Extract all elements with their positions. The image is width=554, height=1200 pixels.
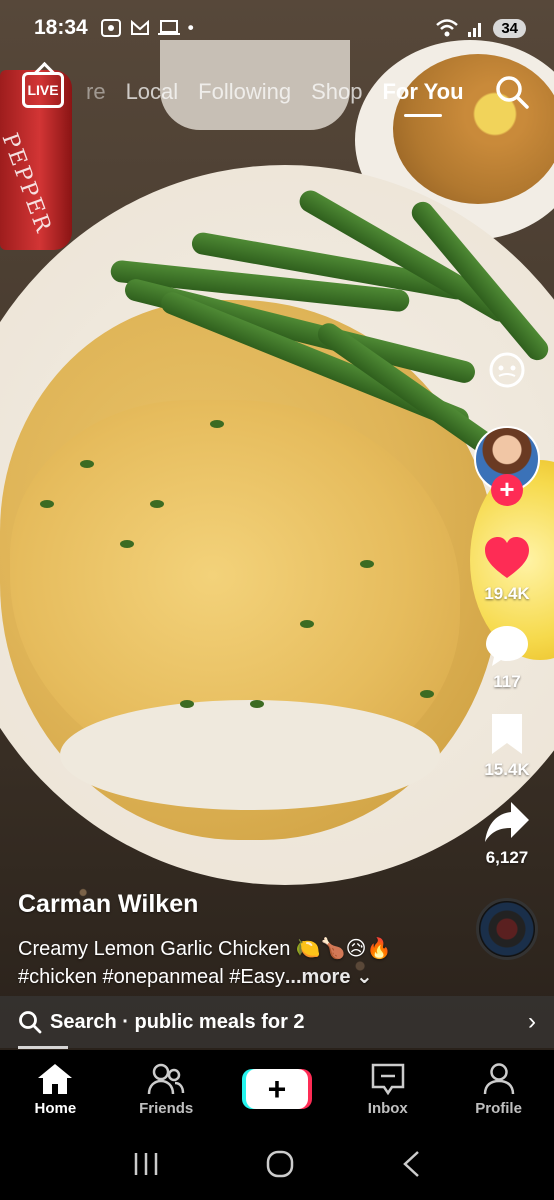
nav-home-label: Home bbox=[34, 1099, 77, 1117]
bottom-nav: Home Friends + Inbox Profile bbox=[0, 1050, 554, 1128]
wifi-icon bbox=[436, 19, 459, 37]
system-nav-bar bbox=[0, 1128, 554, 1200]
plus-icon: + bbox=[267, 1070, 287, 1107]
create-button[interactable]: + bbox=[245, 1069, 308, 1109]
follow-button[interactable]: + bbox=[491, 474, 523, 506]
description-title: Creamy Lemon Garlic Chicken 🍋🍗😥🔥 bbox=[18, 938, 392, 960]
nav-create[interactable]: + bbox=[222, 1069, 333, 1109]
feed-tabs: re Local Following Shop For You bbox=[86, 66, 464, 118]
clock: 18:34 bbox=[34, 16, 88, 39]
like-button[interactable]: 19.4K bbox=[483, 536, 531, 604]
mashed-potato-image bbox=[60, 700, 440, 810]
herb-garnish bbox=[420, 690, 434, 698]
pepper-text: PEPPER bbox=[0, 130, 56, 238]
like-count: 19.4K bbox=[484, 584, 530, 603]
top-nav: LIVE re Local Following Shop For You bbox=[0, 66, 554, 118]
comment-icon[interactable] bbox=[484, 624, 530, 668]
herb-garnish bbox=[360, 560, 374, 568]
gmail-icon bbox=[130, 20, 149, 35]
herb-garnish bbox=[120, 540, 134, 548]
home-icon bbox=[38, 1063, 73, 1094]
screenshot-icon bbox=[100, 19, 121, 37]
nav-inbox-label: Inbox bbox=[367, 1099, 408, 1117]
search-icon[interactable] bbox=[494, 74, 530, 110]
description[interactable]: Creamy Lemon Garlic Chicken 🍋🍗😥🔥 #chicke… bbox=[18, 935, 458, 991]
share-button[interactable]: 6,127 bbox=[483, 800, 531, 868]
herb-garnish bbox=[80, 460, 94, 468]
action-column: + 19.4K 117 15.4K 6,127 bbox=[470, 350, 544, 960]
friends-icon bbox=[147, 1063, 185, 1094]
laptop-icon bbox=[157, 20, 180, 35]
save-count: 15.4K bbox=[484, 760, 530, 779]
hashtags[interactable]: #chicken #onepanmeal #Easy bbox=[18, 966, 285, 988]
nav-friends[interactable]: Friends bbox=[111, 1062, 222, 1117]
share-icon[interactable] bbox=[483, 800, 531, 844]
chevron-right-icon: › bbox=[528, 1008, 536, 1035]
video-progress-bar[interactable] bbox=[18, 1046, 68, 1049]
herb-garnish bbox=[40, 500, 54, 508]
tab-shop[interactable]: Shop bbox=[311, 79, 362, 105]
nav-profile[interactable]: Profile bbox=[443, 1062, 554, 1117]
tab-for-you[interactable]: For You bbox=[382, 79, 464, 117]
recent-apps-icon[interactable] bbox=[132, 1151, 160, 1177]
notification-icons: • bbox=[100, 18, 194, 38]
related-search-label: Search · public meals for 2 bbox=[50, 1010, 305, 1033]
herb-garnish bbox=[300, 620, 314, 628]
battery-indicator: 34 bbox=[493, 18, 526, 38]
more-link[interactable]: ...more ⌄ bbox=[285, 966, 373, 988]
tab-local[interactable]: Local bbox=[126, 79, 179, 105]
related-search-bar[interactable]: Search · public meals for 2 › bbox=[0, 996, 554, 1048]
effect-icon[interactable] bbox=[487, 350, 527, 390]
herb-garnish bbox=[180, 700, 194, 708]
signal-icon bbox=[468, 23, 482, 37]
nav-inbox[interactable]: Inbox bbox=[332, 1062, 443, 1117]
sound-disc[interactable] bbox=[476, 898, 538, 960]
tab-following[interactable]: Following bbox=[198, 79, 291, 105]
nav-friends-label: Friends bbox=[139, 1099, 194, 1117]
back-icon[interactable] bbox=[400, 1150, 422, 1178]
bookmark-icon[interactable] bbox=[488, 712, 526, 756]
author-name[interactable]: Carman Wilken bbox=[18, 890, 458, 919]
save-button[interactable]: 15.4K bbox=[484, 712, 530, 780]
share-count: 6,127 bbox=[485, 848, 529, 867]
herb-garnish bbox=[210, 420, 224, 428]
tab-explore[interactable]: re bbox=[86, 79, 106, 105]
live-button[interactable]: LIVE bbox=[22, 72, 64, 108]
home-system-icon[interactable] bbox=[265, 1149, 295, 1179]
inbox-icon bbox=[371, 1063, 405, 1095]
nav-home[interactable]: Home bbox=[0, 1062, 111, 1117]
profile-icon bbox=[483, 1062, 514, 1094]
live-label: LIVE bbox=[27, 82, 59, 98]
comment-count: 117 bbox=[493, 672, 521, 691]
heart-icon[interactable] bbox=[483, 536, 531, 580]
search-icon bbox=[19, 1011, 42, 1034]
video-caption: Carman Wilken Creamy Lemon Garlic Chicke… bbox=[18, 890, 458, 991]
status-dot: • bbox=[187, 18, 194, 37]
herb-garnish bbox=[150, 500, 164, 508]
herb-garnish bbox=[250, 700, 264, 708]
status-bar: 18:34 • 34 bbox=[0, 0, 554, 56]
creator-avatar[interactable]: + bbox=[474, 426, 540, 506]
comment-button[interactable]: 117 bbox=[484, 624, 530, 692]
nav-profile-label: Profile bbox=[475, 1099, 522, 1117]
